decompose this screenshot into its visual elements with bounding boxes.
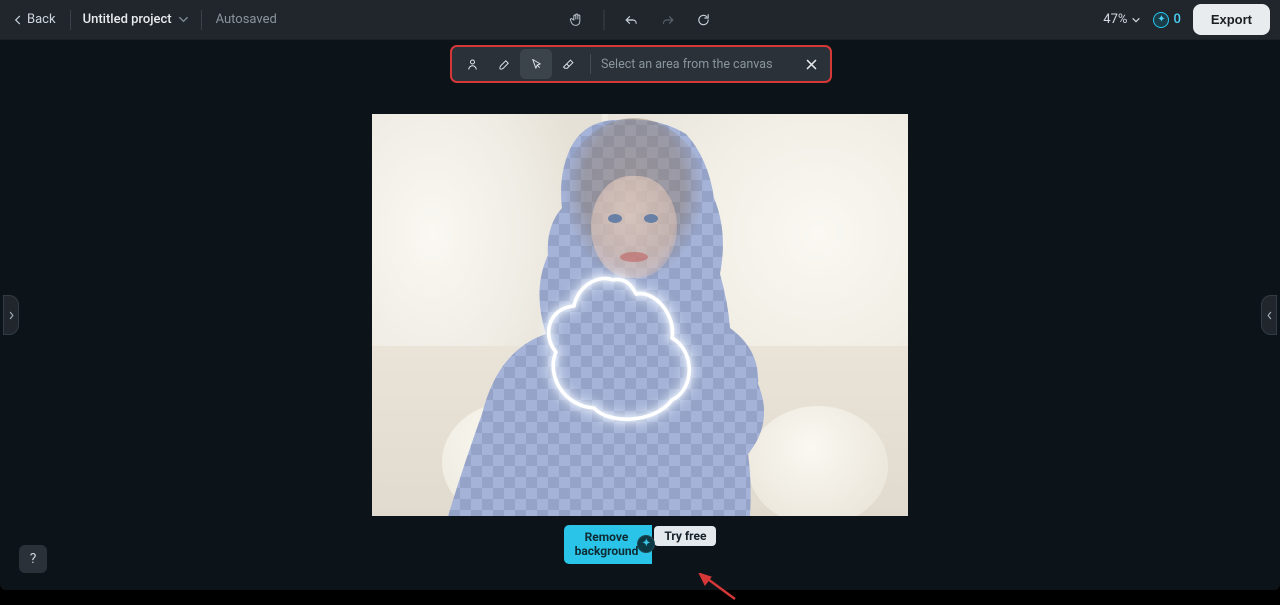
lasso-icon: [529, 57, 544, 72]
help-icon: ?: [30, 551, 37, 567]
back-button[interactable]: Back: [6, 8, 62, 31]
hand-tool[interactable]: [562, 5, 592, 35]
reset-button[interactable]: [689, 5, 719, 35]
hand-icon: [569, 12, 585, 28]
divider: [604, 10, 605, 30]
credits-value: 0: [1173, 12, 1180, 27]
remove-bg-line2: background: [575, 544, 639, 558]
top-bar: Back Untitled project Autosaved: [0, 0, 1280, 40]
undo-button[interactable]: [617, 5, 647, 35]
chevron-down-icon: [178, 14, 189, 25]
right-panel-toggle[interactable]: [1261, 295, 1277, 335]
credits-indicator[interactable]: ✦ 0: [1153, 12, 1180, 28]
chevron-left-icon: [12, 14, 24, 26]
toolbar-hint: Select an area from the canvas: [597, 57, 796, 72]
back-label: Back: [27, 12, 56, 27]
eraser-icon: [561, 57, 576, 72]
zoom-dropdown[interactable]: 47%: [1103, 12, 1141, 27]
help-button[interactable]: ?: [19, 545, 47, 573]
project-title-dropdown[interactable]: Untitled project: [79, 8, 193, 31]
close-icon: [805, 58, 818, 71]
left-panel-toggle[interactable]: [3, 295, 19, 335]
remove-background-button[interactable]: Remove background ✦: [564, 525, 653, 564]
chevron-left-icon: [1266, 310, 1273, 321]
coin-icon: ✦: [637, 535, 655, 553]
annotation-arrow: [697, 573, 737, 601]
coin-icon: ✦: [1153, 12, 1169, 28]
subject-face: [591, 176, 677, 278]
brush-icon: [497, 57, 512, 72]
export-button[interactable]: Export: [1193, 4, 1270, 35]
redo-icon: [660, 12, 676, 28]
lasso-tool[interactable]: [520, 49, 552, 79]
redo-button[interactable]: [653, 5, 683, 35]
undo-icon: [624, 12, 640, 28]
subject-mouth: [620, 252, 648, 262]
selection-toolbar: Select an area from the canvas: [450, 45, 832, 83]
eraser-tool[interactable]: [552, 49, 584, 79]
zoom-value: 47%: [1103, 12, 1127, 27]
person-icon: [465, 57, 480, 72]
try-free-button[interactable]: Try free: [654, 526, 716, 546]
chevron-down-icon: [1131, 15, 1141, 25]
brush-tool[interactable]: [488, 49, 520, 79]
divider: [70, 10, 71, 30]
cta-bar: Remove background ✦ Try free: [564, 525, 717, 564]
subject-eye-left: [608, 214, 622, 223]
reset-icon: [696, 12, 712, 28]
select-person-tool[interactable]: [456, 49, 488, 79]
pillow-right: [748, 406, 888, 516]
autosaved-status: Autosaved: [216, 12, 277, 27]
divider: [590, 54, 591, 74]
canvas[interactable]: [372, 114, 908, 516]
chevron-right-icon: [8, 310, 15, 321]
remove-bg-line1: Remove: [575, 530, 639, 544]
project-title-text: Untitled project: [83, 12, 172, 27]
workspace: Select an area from the canvas: [0, 40, 1280, 590]
close-toolbar-button[interactable]: [796, 49, 826, 79]
divider: [201, 10, 202, 30]
subject-eye-right: [644, 214, 658, 223]
